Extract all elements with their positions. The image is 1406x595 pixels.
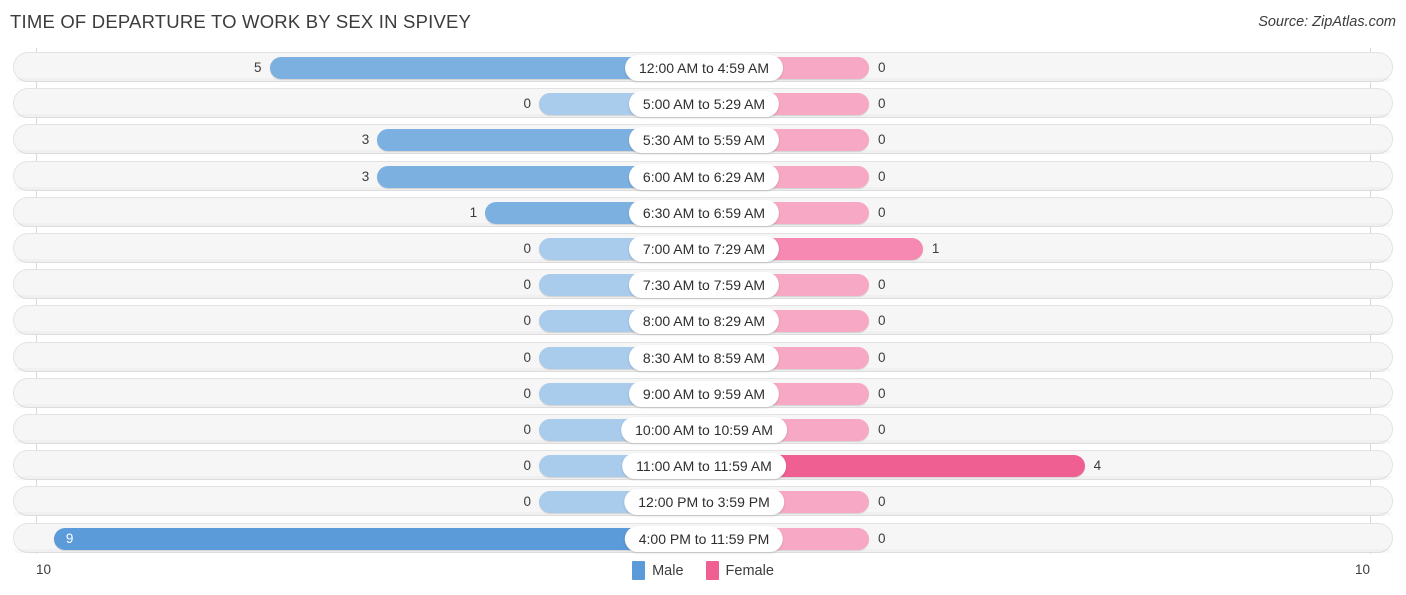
category-label: 8:30 AM to 8:59 AM (628, 344, 780, 371)
female-value-label: 0 (878, 60, 886, 75)
category-label: 4:00 PM to 11:59 PM (624, 525, 784, 552)
legend-swatch-icon (705, 561, 719, 580)
category-label: 7:30 AM to 7:59 AM (628, 272, 780, 299)
category-label: 10:00 AM to 10:59 AM (621, 417, 787, 443)
male-bar (53, 527, 709, 550)
legend-label: Female (725, 562, 774, 579)
legend-item-female[interactable]: Female (705, 561, 774, 580)
category-label: 11:00 AM to 11:59 AM (622, 453, 786, 480)
category-label: 5:30 AM to 5:59 AM (628, 127, 780, 154)
chart-row: 9 0 4:00 PM to 11:59 PM (13, 522, 1393, 553)
female-value-label: 0 (878, 530, 886, 546)
male-value-label: 1 (469, 204, 478, 220)
category-label: 12:00 AM to 4:59 AM (625, 55, 783, 81)
female-value-label: 0 (878, 494, 886, 510)
chart-row: 0 0 12:00 PM to 3:59 PM (13, 486, 1393, 517)
female-value-label: 0 (878, 132, 886, 148)
female-value-label: 0 (878, 385, 886, 401)
male-value-label: 0 (523, 349, 531, 365)
chart-row: 0 0 7:30 AM to 7:59 AM (13, 269, 1393, 300)
chart-row: 0 4 11:00 AM to 11:59 AM (13, 450, 1393, 481)
chart-plot-area: 5 0 12:00 AM to 4:59 AM 0 0 5:00 AM to 5:29 A… (0, 48, 1406, 554)
female-value-label: 0 (878, 168, 886, 184)
male-value-label: 0 (523, 458, 531, 474)
category-label: 6:30 AM to 6:59 AM (628, 199, 780, 226)
chart-footer: 10 10 Male Female (0, 556, 1406, 595)
chart-row: 0 0 8:30 AM to 8:59 AM (13, 341, 1393, 372)
female-value-label: 4 (1093, 458, 1102, 474)
chart-header: TIME OF DEPARTURE TO WORK BY SEX IN SPIV… (0, 0, 1406, 45)
male-value-label: 0 (523, 313, 531, 329)
female-value-label: 0 (878, 204, 886, 220)
male-value-label: 0 (523, 494, 531, 510)
chart-row: 0 0 9:00 AM to 9:59 AM (13, 377, 1393, 408)
male-value-label: 5 (253, 60, 262, 75)
male-value-label: 0 (523, 277, 531, 293)
male-value-label: 9 (65, 530, 74, 546)
source-attribution: Source: ZipAtlas.com (1258, 14, 1396, 30)
female-value-label: 0 (878, 96, 886, 112)
category-label: 6:00 AM to 6:29 AM (628, 163, 780, 190)
page-title: TIME OF DEPARTURE TO WORK BY SEX IN SPIV… (10, 11, 472, 32)
female-value-label: 0 (878, 313, 886, 329)
chart-row: 3 0 6:00 AM to 6:29 AM (13, 160, 1393, 191)
male-value-label: 0 (523, 385, 531, 401)
male-value-label: 3 (361, 168, 370, 184)
male-value-label: 0 (523, 422, 531, 437)
category-label: 9:00 AM to 9:59 AM (628, 380, 780, 407)
female-value-label: 1 (931, 241, 940, 256)
female-value-label: 0 (878, 277, 886, 293)
category-label: 12:00 PM to 3:59 PM (624, 489, 784, 516)
chart-row: 0 1 7:00 AM to 7:29 AM (13, 233, 1393, 263)
female-value-label: 0 (878, 349, 886, 365)
legend-label: Male (652, 562, 684, 579)
chart-row: 3 0 5:30 AM to 5:59 AM (13, 124, 1393, 155)
male-value-label: 3 (361, 132, 370, 148)
category-label: 7:00 AM to 7:29 AM (628, 236, 780, 262)
chart-legend: Male Female (0, 561, 1406, 580)
female-value-label: 0 (878, 422, 886, 437)
male-value-label: 0 (523, 241, 531, 256)
category-label: 5:00 AM to 5:29 AM (628, 91, 780, 118)
chart-row: 0 0 8:00 AM to 8:29 AM (13, 305, 1393, 336)
chart-row: 5 0 12:00 AM to 4:59 AM (13, 52, 1393, 82)
legend-item-male[interactable]: Male (632, 561, 684, 580)
male-value-label: 0 (523, 96, 531, 112)
chart-row: 1 0 6:30 AM to 6:59 AM (13, 196, 1393, 227)
category-label: 8:00 AM to 8:29 AM (628, 308, 780, 335)
chart-row: 0 0 10:00 AM to 10:59 AM (13, 414, 1393, 444)
chart-row: 0 0 5:00 AM to 5:29 AM (13, 88, 1393, 119)
legend-swatch-icon (632, 561, 646, 580)
